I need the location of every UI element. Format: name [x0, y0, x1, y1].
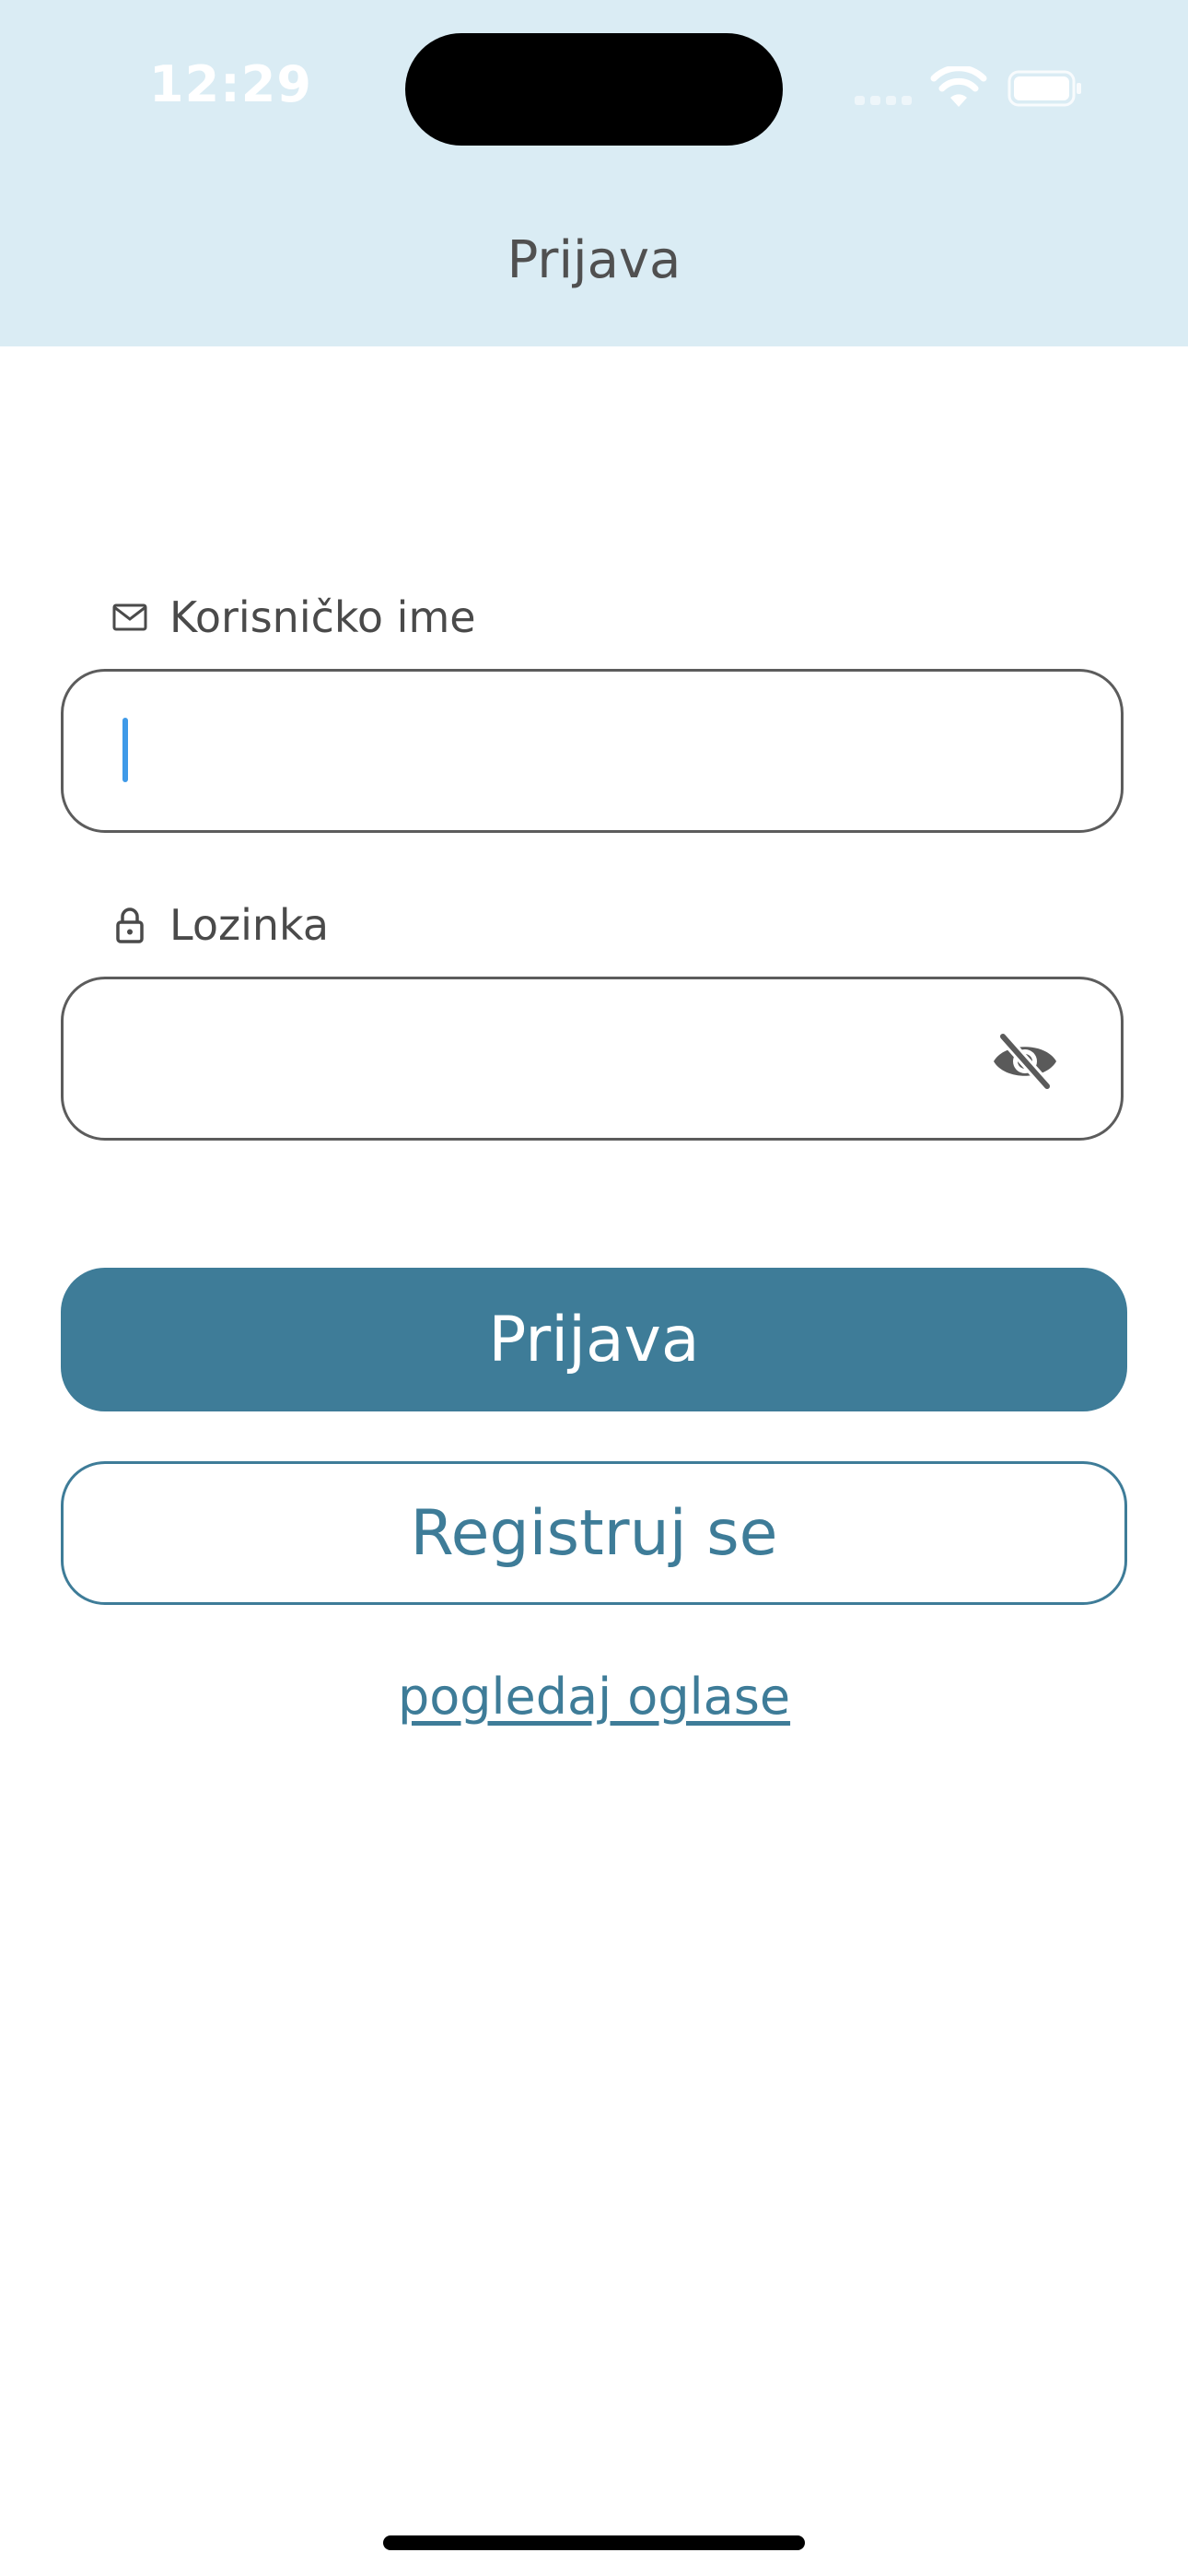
username-label: Korisničko ime [111, 590, 476, 645]
battery-icon [1007, 70, 1081, 107]
dynamic-island [405, 33, 783, 146]
mail-icon [112, 603, 147, 631]
wifi-icon [930, 66, 987, 107]
username-label-text: Korisničko ime [169, 592, 476, 642]
login-button[interactable]: Prijava [61, 1268, 1127, 1411]
text-caret [122, 718, 128, 782]
page-title: Prijava [507, 230, 681, 290]
password-input[interactable] [61, 977, 1124, 1141]
lock-icon [116, 907, 144, 943]
cellular-signal-icon [855, 94, 912, 105]
password-label-text: Lozinka [169, 900, 330, 950]
status-time: 12:29 [149, 55, 312, 113]
view-ads-link[interactable]: pogledaj oglase [0, 1664, 1188, 1730]
home-indicator[interactable] [383, 2535, 805, 2550]
username-input[interactable] [61, 669, 1124, 833]
eye-off-icon[interactable] [990, 1031, 1060, 1092]
password-label: Lozinka [111, 897, 329, 953]
register-button[interactable]: Registruj se [61, 1461, 1127, 1605]
app-header: 12:29 Prijava [0, 0, 1188, 346]
